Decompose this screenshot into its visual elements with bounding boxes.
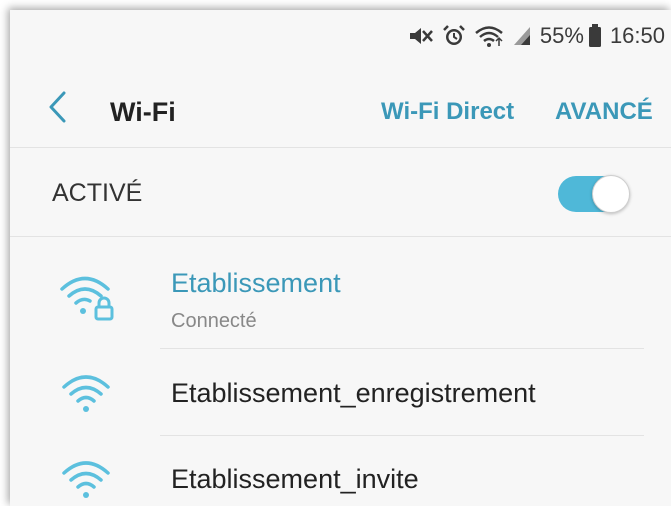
advanced-button[interactable]: AVANCÉ — [555, 98, 653, 126]
wifi-icon — [62, 461, 110, 498]
network-name: Etablissement — [171, 268, 341, 298]
wifi-secured-icon — [60, 276, 114, 321]
wifi-toggle[interactable] — [558, 175, 630, 213]
wifi-signal-icon — [474, 24, 504, 48]
toggle-knob — [592, 175, 630, 213]
action-bar: Wi-Fi Wi-Fi Direct AVANCÉ — [10, 62, 671, 148]
network-item-etablissement[interactable]: Etablissement Connecté — [10, 238, 671, 348]
status-bar: 55% 16:50 — [10, 10, 671, 62]
alarm-icon — [442, 24, 466, 48]
wifi-switch-label: ACTIVÉ — [52, 179, 143, 207]
wifi-direct-button[interactable]: Wi-Fi Direct — [381, 98, 514, 126]
chevron-left-icon — [49, 91, 66, 123]
status-time: 16:50 — [609, 23, 665, 48]
battery-icon — [588, 24, 602, 48]
network-name: Etablissement_invite — [171, 464, 419, 494]
wifi-master-switch-row[interactable]: ACTIVÉ — [10, 149, 671, 237]
network-item-etablissement-enregistrement[interactable]: Etablissement_enregistrement — [10, 350, 671, 436]
page-title: Wi-Fi — [110, 97, 176, 127]
cell-signal-icon — [512, 25, 532, 47]
network-name: Etablissement_enregistrement — [171, 378, 536, 408]
list-divider — [160, 348, 644, 349]
back-button[interactable] — [44, 90, 70, 124]
wifi-icon — [62, 375, 110, 412]
battery-percent: 55% — [539, 23, 584, 48]
network-status: Connecté — [171, 310, 257, 332]
mute-vibrate-icon — [408, 24, 434, 48]
phone-screen: 55% 16:50 Wi-Fi Wi-Fi Direct AVANCÉ ACTI… — [10, 10, 671, 506]
network-item-etablissement-invite[interactable]: Etablissement_invite — [10, 436, 671, 506]
